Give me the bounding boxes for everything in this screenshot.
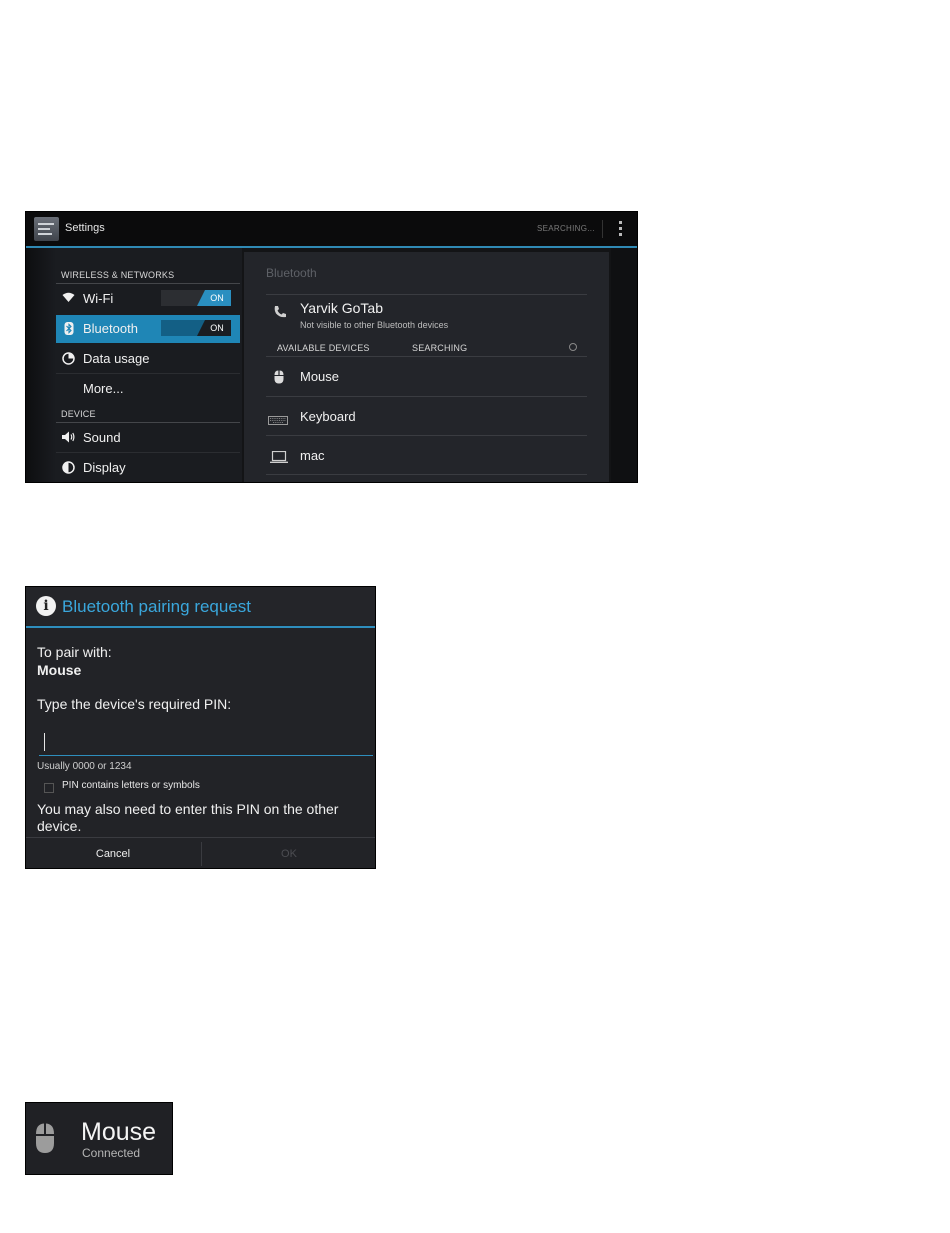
device-row-mac[interactable]: mac: [266, 436, 587, 475]
speaker-icon: [62, 431, 75, 444]
bluetooth-pane: Bluetooth Yarvik GoTab Not visible to ot…: [244, 252, 609, 482]
pane-divider: [266, 294, 587, 295]
wifi-toggle[interactable]: ON: [161, 290, 231, 306]
section-device-header: DEVICE: [61, 409, 96, 419]
toggle-state: ON: [197, 320, 231, 336]
section-divider: [56, 422, 240, 423]
searching-status[interactable]: SEARCHING...: [537, 224, 595, 233]
nav-divider: [56, 373, 240, 374]
this-device-visibility: Not visible to other Bluetooth devices: [300, 320, 449, 330]
pairing-note: You may also need to enter this PIN on t…: [37, 801, 339, 834]
device-name: Mouse: [300, 369, 340, 384]
display-brightness-icon: [62, 461, 75, 474]
connected-device-name: Mouse: [81, 1118, 157, 1146]
pin-input[interactable]: [39, 727, 373, 756]
mouse-icon: [274, 370, 284, 389]
device-name: Keyboard: [300, 409, 356, 424]
device-connected-notice: Mouse Connected: [25, 1102, 173, 1175]
bluetooth-toggle[interactable]: ON: [161, 320, 231, 336]
nav-item-data-usage[interactable]: Data usage: [56, 345, 240, 373]
progress-spinner-icon: [569, 343, 577, 351]
device-row-mouse[interactable]: Mouse: [266, 357, 587, 396]
cancel-button[interactable]: Cancel: [26, 838, 200, 868]
settings-app-icon[interactable]: [34, 217, 59, 241]
mouse-icon: [35, 1122, 55, 1154]
dialog-header: i Bluetooth pairing request: [26, 587, 375, 625]
nav-item-wifi[interactable]: Wi-Fi ON: [56, 285, 240, 313]
bluetooth-pairing-dialog: i Bluetooth pairing request To pair with…: [25, 586, 376, 869]
pin-prompt: Type the device's required PIN:: [37, 696, 232, 712]
text-cursor: [44, 733, 45, 751]
nav-item-label: Wi-Fi: [83, 291, 114, 306]
searching-label: SEARCHING: [412, 343, 468, 353]
app-title: Settings: [65, 222, 105, 234]
nav-item-display[interactable]: Display: [56, 454, 240, 482]
checkbox-label[interactable]: PIN contains letters or symbols: [62, 780, 200, 791]
pin-letters-checkbox[interactable]: [44, 783, 54, 793]
bluetooth-icon: [62, 322, 75, 335]
pair-with-label: To pair with:: [37, 644, 112, 660]
toggle-state: ON: [197, 290, 231, 306]
nav-item-label: Display: [83, 460, 126, 475]
dialog-header-underline: [26, 626, 375, 628]
keyboard-icon: [268, 412, 288, 430]
pane-edge: [611, 248, 637, 482]
nav-item-label: More...: [83, 381, 124, 396]
bluetooth-settings-screen: Settings SEARCHING... WIRELESS & NETWORK…: [25, 211, 638, 483]
phone-icon: [273, 305, 287, 323]
connection-status: Connected: [82, 1146, 141, 1160]
action-bar: Settings SEARCHING...: [26, 212, 637, 246]
nav-item-label: Sound: [83, 430, 121, 445]
dialog-title: Bluetooth pairing request: [62, 597, 252, 616]
ok-button[interactable]: OK: [202, 838, 375, 868]
section-divider: [56, 283, 240, 284]
pane-title: Bluetooth: [266, 266, 317, 280]
wifi-icon: [62, 292, 75, 305]
nav-item-more[interactable]: More...: [56, 375, 240, 403]
settings-nav: WIRELESS & NETWORKS Wi-Fi ON Bluetooth O…: [26, 248, 242, 482]
pane-divider: [266, 474, 587, 475]
nav-item-label: Bluetooth: [83, 321, 138, 336]
this-device-name: Yarvik GoTab: [300, 300, 383, 316]
overflow-menu-icon[interactable]: [619, 221, 623, 237]
pair-device-name: Mouse: [37, 662, 82, 678]
info-icon: i: [36, 596, 56, 616]
device-name: mac: [300, 448, 325, 463]
nav-item-label: Data usage: [83, 351, 150, 366]
nav-item-sound[interactable]: Sound: [56, 424, 240, 452]
pin-hint: Usually 0000 or 1234: [37, 761, 132, 772]
action-bar-divider: [602, 220, 603, 238]
laptop-icon: [270, 450, 288, 468]
nav-item-bluetooth[interactable]: Bluetooth ON: [56, 315, 240, 343]
nav-divider: [56, 452, 240, 453]
device-row-keyboard[interactable]: Keyboard: [266, 397, 587, 436]
data-usage-icon: [62, 352, 75, 365]
available-devices-header: AVAILABLE DEVICES: [277, 343, 370, 353]
section-wireless-header: WIRELESS & NETWORKS: [61, 270, 175, 280]
